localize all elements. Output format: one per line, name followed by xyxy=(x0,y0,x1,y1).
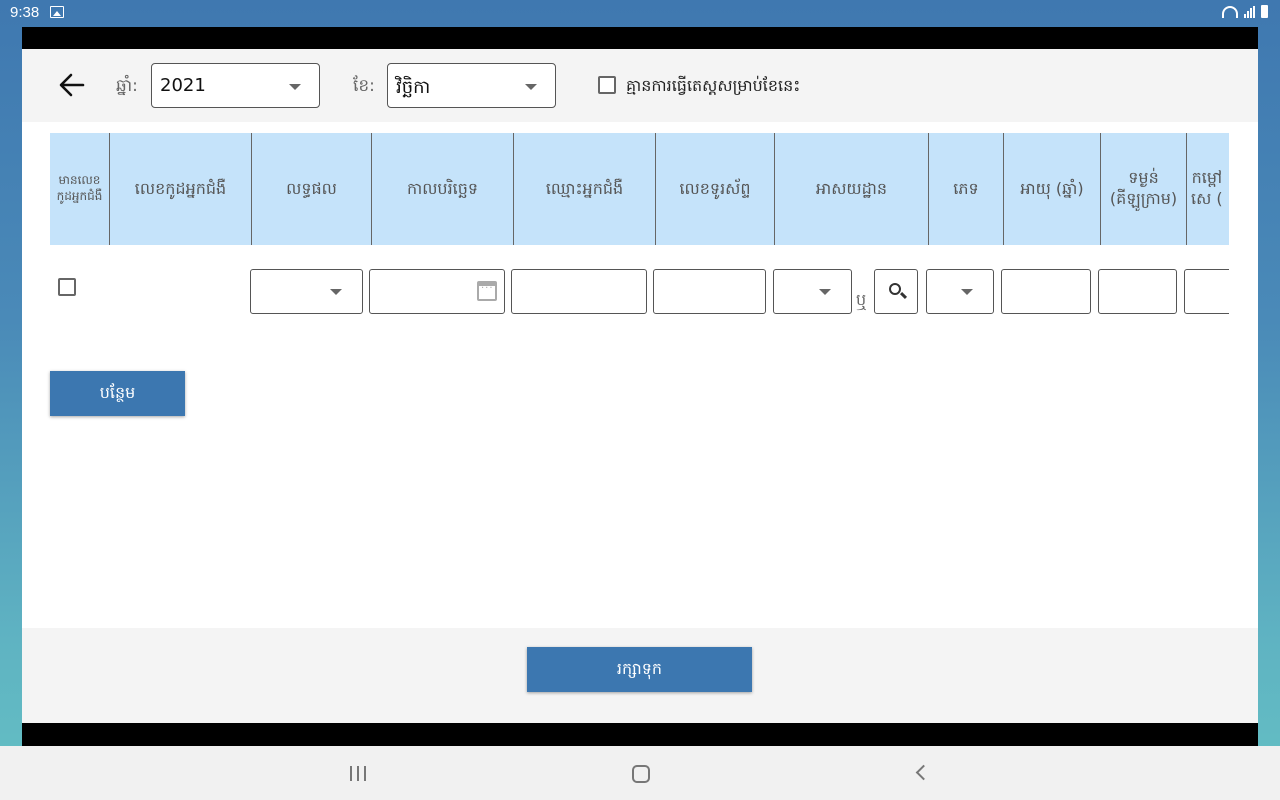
table-row: ឬ xyxy=(50,253,1229,333)
app-bottom-bar xyxy=(22,723,1258,746)
year-select[interactable]: 2021 xyxy=(151,63,320,108)
chevron-down-icon xyxy=(330,289,342,295)
chevron-down-icon xyxy=(525,84,537,90)
date-input[interactable] xyxy=(369,269,505,314)
has-code-checkbox[interactable] xyxy=(58,278,76,296)
no-survey-checkbox[interactable] xyxy=(598,76,616,94)
no-survey-label: គ្មានការធ្វើតេស្តសម្រាប់ខែនេះ xyxy=(626,76,801,95)
chevron-down-icon xyxy=(819,289,831,295)
year-label: ឆ្នាំ: xyxy=(116,76,138,96)
chevron-down-icon xyxy=(961,289,973,295)
or-label: ឬ xyxy=(856,290,867,309)
month-value: វិច្ឆិកា xyxy=(396,77,431,98)
save-button[interactable]: រក្សាទុក xyxy=(527,647,752,692)
col-temperature: កម្ពៅ សេ ( xyxy=(1187,133,1229,245)
age-input[interactable] xyxy=(1001,269,1091,314)
system-nav-bar xyxy=(0,746,1280,800)
back-nav-icon[interactable] xyxy=(915,764,932,781)
month-select[interactable]: វិច្ឆិកា xyxy=(387,63,556,108)
patient-name-input[interactable] xyxy=(511,269,647,314)
status-time: 9:38 xyxy=(10,4,40,21)
weight-input[interactable] xyxy=(1098,269,1177,314)
col-sex: ភេទ xyxy=(929,133,1004,245)
filter-header: ឆ្នាំ: 2021 ខែ: វិច្ឆិកា គ្មានការធ្វើតេស… xyxy=(22,49,1258,122)
battery-icon xyxy=(1261,5,1268,18)
sex-select[interactable] xyxy=(926,269,994,314)
image-notification-icon xyxy=(50,6,64,18)
col-phone: លេខទូរស័ព្ទ xyxy=(656,133,775,245)
add-row-button[interactable]: បន្ថែម xyxy=(50,371,185,416)
home-icon[interactable] xyxy=(632,765,650,783)
year-value: 2021 xyxy=(160,75,206,96)
footer-bar: រក្សាទុក xyxy=(22,628,1258,723)
wifi-icon xyxy=(1222,5,1238,18)
result-select[interactable] xyxy=(250,269,363,314)
status-bar: 9:38 xyxy=(0,0,1280,27)
col-has-code: មានលេខ កូដអ្នកជំងឺ xyxy=(50,133,110,245)
app-window: ឆ្នាំ: 2021 ខែ: វិច្ឆិកា គ្មានការធ្វើតេស… xyxy=(22,49,1258,723)
month-label: ខែ: xyxy=(353,76,375,96)
temperature-input[interactable] xyxy=(1184,269,1229,314)
calendar-icon[interactable] xyxy=(477,281,497,301)
address-search-button[interactable] xyxy=(874,269,918,314)
col-weight: ទម្ងន់ (គីឡូក្រាម) xyxy=(1101,133,1187,245)
phone-input[interactable] xyxy=(653,269,766,314)
signal-icon xyxy=(1244,5,1255,18)
status-icons xyxy=(1222,5,1268,18)
col-patient-name: ឈ្មោះអ្នកជំងឺ xyxy=(514,133,656,245)
chevron-down-icon xyxy=(289,84,301,90)
col-age: អាយុ (ឆ្នាំ) xyxy=(1004,133,1101,245)
patients-table: មានលេខ កូដអ្នកជំងឺ លេខកូដអ្នកជំងឺ លទ្ធផល… xyxy=(50,133,1229,333)
address-select[interactable] xyxy=(773,269,852,314)
col-date: កាលបរិច្ឆេទ xyxy=(372,133,514,245)
back-arrow-icon[interactable] xyxy=(58,71,86,99)
col-result: លទ្ធផល xyxy=(252,133,372,245)
table-header: មានលេខ កូដអ្នកជំងឺ លេខកូដអ្នកជំងឺ លទ្ធផល… xyxy=(50,133,1229,245)
recent-apps-icon[interactable] xyxy=(350,766,366,781)
col-patient-code: លេខកូដអ្នកជំងឺ xyxy=(110,133,252,245)
col-address: អាសយដ្ឋាន xyxy=(775,133,929,245)
app-top-bar xyxy=(22,27,1258,49)
